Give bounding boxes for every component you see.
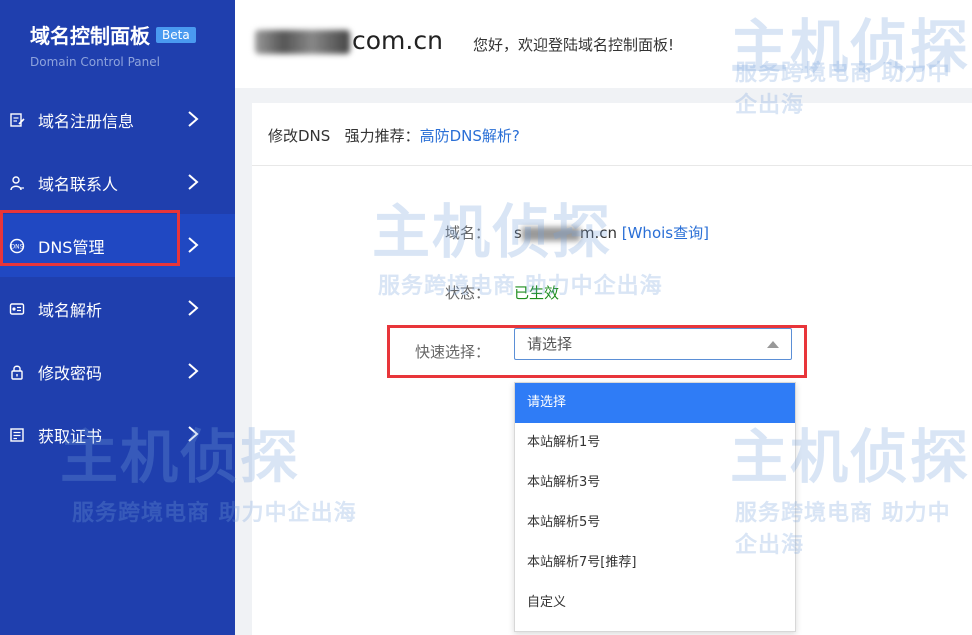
chevron-right-icon <box>188 174 199 190</box>
panel-divider <box>252 165 972 166</box>
beta-badge: Beta <box>156 26 196 43</box>
status-label: 状态： <box>444 284 490 302</box>
sidebar-item-label: 域名联系人 <box>38 174 119 194</box>
quick-select-label: 快速选择： <box>414 343 490 361</box>
dns-panel: 修改DNS 强力推荐：高防DNS解析? 域名： s m.cn [Whois查询] … <box>252 103 972 635</box>
header-domain: com.cn <box>255 26 443 55</box>
brand-title: 域名控制面板 <box>30 24 150 48</box>
anti-ddos-dns-link[interactable]: 高防DNS解析? <box>420 127 520 145</box>
chevron-right-icon <box>188 237 199 253</box>
sidebar-item-label: DNS管理 <box>38 237 105 257</box>
status-value: 已生效 <box>514 284 560 302</box>
welcome-message: 您好，欢迎登陆域名控制面板! <box>473 36 675 54</box>
whois-link[interactable]: [Whois查询] <box>622 224 709 242</box>
dropdown-option-please-select[interactable]: 请选择 <box>515 383 795 423</box>
domain-suffix: m.cn <box>579 224 617 242</box>
sidebar-item-domain-contact[interactable]: 域名联系人 <box>0 151 235 214</box>
dropdown-option-resolver-5[interactable]: 本站解析5号 <box>515 503 795 543</box>
chevron-right-icon <box>188 363 199 379</box>
sidebar-item-domain-registration[interactable]: 域名注册信息 <box>0 88 235 151</box>
sidebar-item-label: 获取证书 <box>38 426 103 446</box>
chevron-right-icon <box>188 426 199 442</box>
domain-prefix: s <box>514 224 522 242</box>
dropdown-option-resolver-3[interactable]: 本站解析3号 <box>515 463 795 503</box>
panel-title: 修改DNS <box>268 127 331 145</box>
quick-select-dropdown[interactable]: 请选择 <box>514 328 792 360</box>
header: com.cn 您好，欢迎登陆域名控制面板! <box>235 0 972 88</box>
certificate-icon <box>9 427 25 443</box>
redacted-domain-blur <box>521 226 580 241</box>
dns-icon: DNS <box>9 238 25 254</box>
sidebar-item-label: 域名解析 <box>38 300 103 320</box>
domain-value: s m.cn [Whois查询] <box>514 222 709 243</box>
lock-icon <box>9 364 25 380</box>
sidebar: 域名控制面板 Beta Domain Control Panel 域名注册信息 域… <box>0 0 235 635</box>
caret-up-icon <box>767 341 779 348</box>
chevron-right-icon <box>188 300 199 316</box>
dropdown-option-resolver-7-recommended[interactable]: 本站解析7号[推荐] <box>515 543 795 583</box>
sidebar-nav: 域名注册信息 域名联系人 DNS DNS管理 域名解析 修改密码 获取证书 <box>0 88 235 466</box>
sidebar-item-label: 域名注册信息 <box>38 111 135 131</box>
svg-text:DNS: DNS <box>11 243 24 250</box>
recommend-label: 强力推荐： <box>344 127 420 145</box>
dropdown-option-custom[interactable]: 自定义 <box>515 583 795 623</box>
sidebar-item-get-certificate[interactable]: 获取证书 <box>0 403 235 466</box>
edit-icon <box>9 112 25 128</box>
select-value: 请选择 <box>527 335 573 353</box>
sidebar-item-change-password[interactable]: 修改密码 <box>0 340 235 403</box>
chevron-right-icon <box>188 111 199 127</box>
header-domain-suffix: com.cn <box>352 26 443 55</box>
panel-header: 修改DNS 强力推荐：高防DNS解析? <box>268 125 520 146</box>
brand: 域名控制面板 Beta Domain Control Panel <box>30 20 196 69</box>
sidebar-item-dns-management[interactable]: DNS DNS管理 <box>0 214 235 277</box>
sidebar-item-domain-resolution[interactable]: 域名解析 <box>0 277 235 340</box>
dropdown-option-resolver-1[interactable]: 本站解析1号 <box>515 423 795 463</box>
brand-subtitle: Domain Control Panel <box>30 55 160 69</box>
resolve-icon <box>9 301 25 317</box>
sidebar-item-label: 修改密码 <box>38 363 103 383</box>
dropdown-menu: 请选择 本站解析1号 本站解析3号 本站解析5号 本站解析7号[推荐] 自定义 <box>514 382 796 632</box>
domain-label: 域名： <box>444 224 490 242</box>
redacted-domain-blur <box>255 30 350 54</box>
user-icon <box>9 175 25 191</box>
